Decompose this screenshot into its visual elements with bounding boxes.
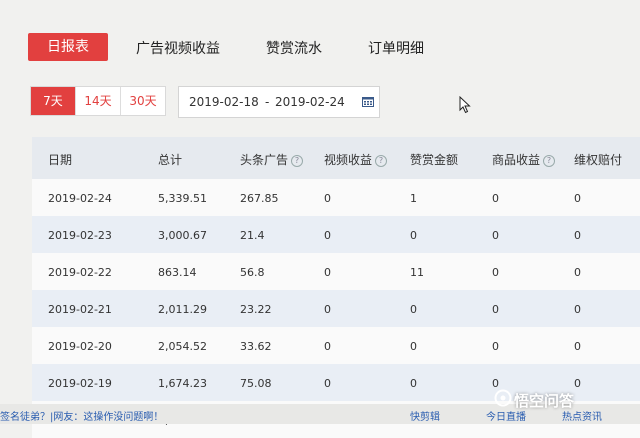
cell-date: 2019-02-19 [48, 377, 112, 390]
cell-date: 2019-02-24 [48, 192, 112, 205]
header-date: 日期 [48, 153, 73, 167]
cell-toutiao-ads: 56.8 [240, 266, 265, 279]
mouse-cursor-icon [459, 96, 471, 114]
cell-product-revenue: 0 [492, 340, 499, 353]
cell-tips-amount: 0 [410, 303, 417, 316]
cell-tips-amount: 11 [410, 266, 424, 279]
cell-total: 863.14 [158, 266, 197, 279]
table-row: 2019-02-22 863.14 56.8 0 11 0 0 [32, 253, 640, 290]
cell-tips-amount: 1 [410, 192, 417, 205]
cell-video-revenue: 0 [324, 266, 331, 279]
table-row: 2019-02-21 2,011.29 23.22 0 0 0 0 [32, 290, 640, 327]
cell-rights-compensation: 0 [574, 192, 581, 205]
cell-rights-compensation: 0 [574, 340, 581, 353]
wukong-logo-icon [494, 389, 512, 407]
tab-order-details[interactable]: 订单明细 [368, 38, 424, 58]
brand-watermark: 悟空问答 [514, 392, 575, 410]
cell-video-revenue: 0 [324, 229, 331, 242]
cell-video-revenue: 0 [324, 377, 331, 390]
cell-product-revenue: 0 [492, 229, 499, 242]
cell-total: 5,339.51 [158, 192, 207, 205]
calendar-icon[interactable] [362, 96, 374, 107]
table-header: 日期 总计 头条广告? 视频收益? 赞赏金额 商品收益? 维权赔付 [32, 137, 640, 179]
quick-edit-link[interactable]: 快剪辑 [410, 408, 440, 423]
header-product-revenue: 商品收益? [492, 151, 556, 168]
cell-rights-compensation: 0 [574, 303, 581, 316]
range-selector: 7天 14天 30天 [30, 86, 166, 116]
cell-tips-amount: 0 [410, 340, 417, 353]
cell-total: 2,054.52 [158, 340, 207, 353]
cell-product-revenue: 0 [492, 303, 499, 316]
cell-product-revenue: 0 [492, 266, 499, 279]
cell-total: 2,011.29 [158, 303, 207, 316]
cell-tips-amount: 0 [410, 229, 417, 242]
cell-toutiao-ads: 21.4 [240, 229, 265, 242]
date-end: 2019-02-24 [275, 95, 345, 109]
cell-date: 2019-02-20 [48, 340, 112, 353]
cell-video-revenue: 0 [324, 303, 331, 316]
table-row: 2019-02-24 5,339.51 267.85 0 1 0 0 [32, 179, 640, 216]
cell-video-revenue: 0 [324, 340, 331, 353]
date-range-picker[interactable]: 2019-02-18 - 2019-02-24 [178, 86, 380, 118]
tab-daily-report[interactable]: 日报表 [28, 33, 108, 61]
date-start: 2019-02-18 [189, 95, 259, 109]
cell-product-revenue: 0 [492, 192, 499, 205]
header-toutiao-ads: 头条广告? [240, 151, 304, 168]
cell-toutiao-ads: 33.62 [240, 340, 272, 353]
header-video-revenue: 视频收益? [324, 151, 388, 168]
help-icon[interactable]: ? [543, 154, 556, 167]
range-7-days[interactable]: 7天 [31, 87, 76, 115]
cell-rights-compensation: 0 [574, 229, 581, 242]
header-rights-compensation: 维权赔付 [574, 153, 623, 167]
cell-toutiao-ads: 75.08 [240, 377, 272, 390]
header-tips-amount: 赞赏金额 [410, 153, 459, 167]
table-row: 2019-02-23 3,000.67 21.4 0 0 0 0 [32, 216, 640, 253]
range-14-days[interactable]: 14天 [76, 87, 121, 115]
cell-date: 2019-02-22 [48, 266, 112, 279]
header-total: 总计 [158, 153, 183, 167]
help-icon[interactable]: ? [375, 154, 388, 167]
cell-toutiao-ads: 23.22 [240, 303, 272, 316]
tab-tips-flow[interactable]: 赞赏流水 [266, 38, 322, 58]
cell-video-revenue: 0 [324, 192, 331, 205]
help-icon[interactable]: ? [291, 154, 304, 167]
news-ticker[interactable]: 签名徒弟？|网友：这操作没问题啊！ [0, 408, 163, 423]
cell-total: 3,000.67 [158, 229, 207, 242]
cell-total: 1,674.23 [158, 377, 207, 390]
range-30-days[interactable]: 30天 [121, 87, 165, 115]
cell-date: 2019-02-23 [48, 229, 112, 242]
cell-date: 2019-02-21 [48, 303, 112, 316]
tab-ad-video-revenue[interactable]: 广告视频收益 [136, 38, 220, 58]
cell-toutiao-ads: 267.85 [240, 192, 279, 205]
cell-tips-amount: 0 [410, 377, 417, 390]
cell-rights-compensation: 0 [574, 377, 581, 390]
table-row: 2019-02-20 2,054.52 33.62 0 0 0 0 [32, 327, 640, 364]
cell-rights-compensation: 0 [574, 266, 581, 279]
date-separator: - [265, 95, 270, 109]
